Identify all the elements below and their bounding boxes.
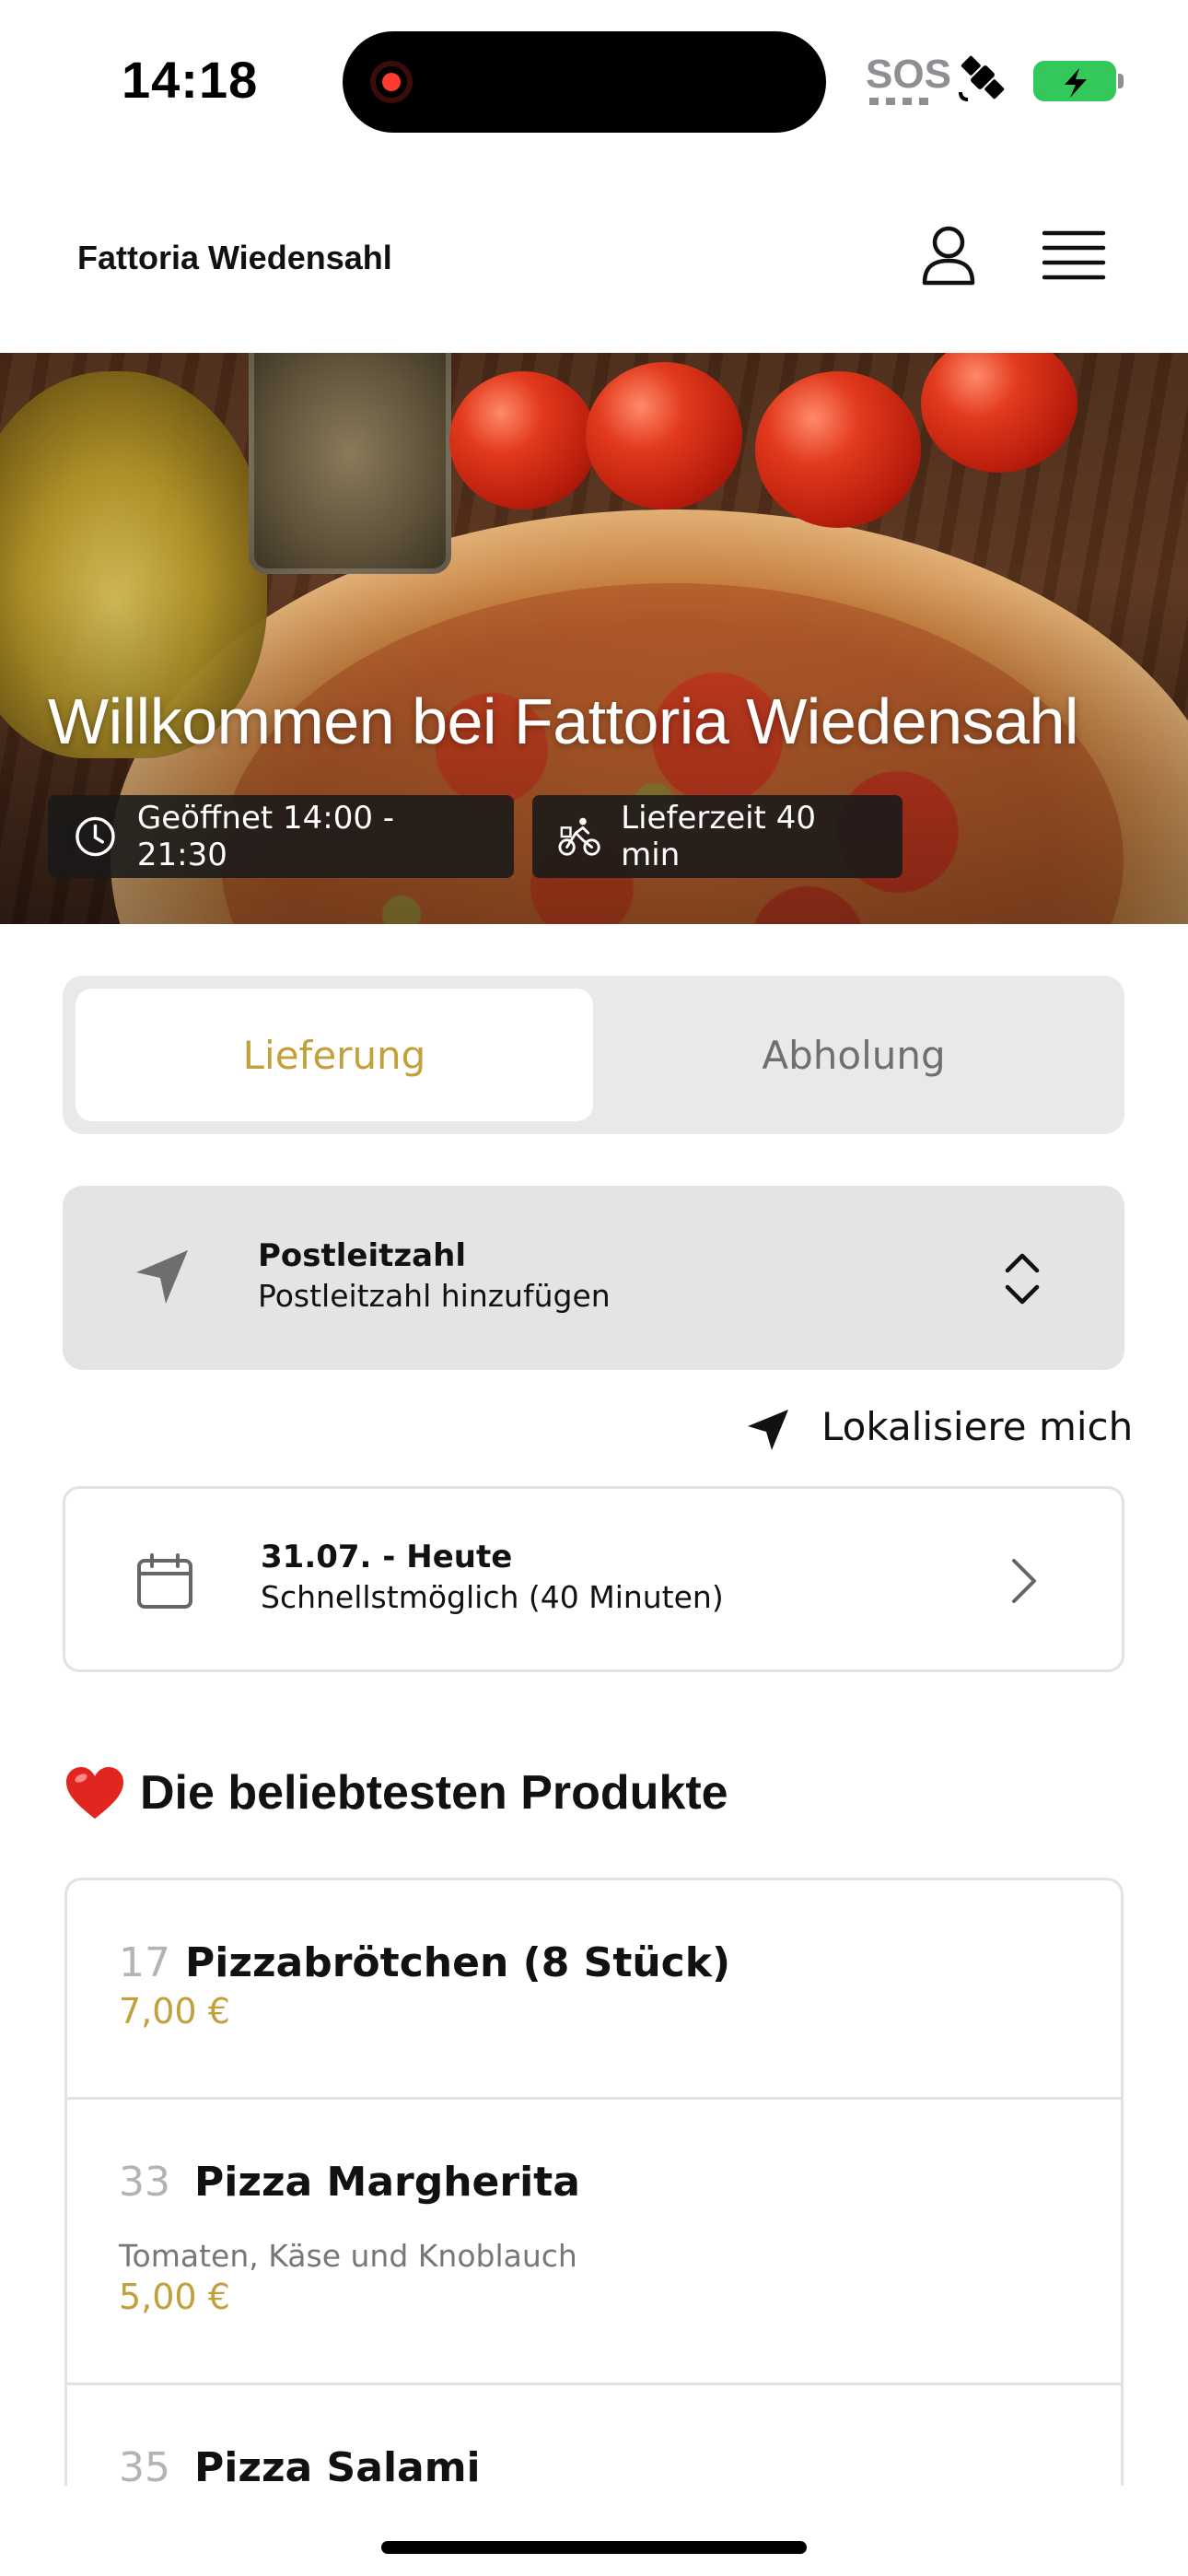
recording-indicator-icon: [370, 61, 413, 103]
battery-tip: [1118, 74, 1124, 88]
product-number: 17: [119, 1939, 170, 1986]
product-number: 33: [119, 2159, 170, 2206]
product-price: 7,00 €: [119, 1991, 230, 2032]
app-header: Fattoria Wiedensahl: [0, 161, 1188, 353]
delivery-time-badge: Lieferzeit 40 min: [532, 795, 903, 878]
product-item[interactable]: 35 Pizza Salami: [67, 2385, 1121, 2486]
clock-icon: [76, 816, 115, 857]
brand-name[interactable]: Fattoria Wiedensahl: [77, 239, 392, 277]
cyclist-icon: [558, 817, 600, 856]
postcode-placeholder: Postleitzahl hinzufügen: [258, 1278, 611, 1314]
locate-me-button[interactable]: Lokalisiere mich: [746, 1397, 1133, 1461]
date-label: 31.07. - Heute: [261, 1539, 513, 1575]
popular-products-title: Die beliebtesten Produkte: [140, 1766, 728, 1820]
chevron-up-down-icon: [1005, 1253, 1040, 1305]
calendar-icon: [137, 1553, 192, 1609]
heart-icon: [66, 1767, 123, 1819]
sos-indicator: SOS: [866, 52, 951, 97]
status-bar: 14:18 SOS: [0, 0, 1188, 161]
battery-charging-icon: [1033, 61, 1116, 101]
product-name: Pizza Margherita: [194, 2159, 580, 2206]
delivery-mode-toggle: Lieferung Abholung: [63, 976, 1124, 1134]
hero-banner: Willkommen bei Fattoria Wiedensahl Geöff…: [0, 353, 1188, 924]
product-description: Tomaten, Käse und Knoblauch: [119, 2238, 577, 2274]
locate-me-label: Lokalisiere mich: [821, 1404, 1134, 1449]
product-number: 35: [119, 2444, 170, 2486]
location-arrow-icon: [136, 1250, 188, 1304]
satellite-icon: [959, 55, 1005, 101]
sos-signal-dots: [869, 98, 928, 105]
product-item[interactable]: 33 Pizza Margherita Tomaten, Käse und Kn…: [67, 2100, 1121, 2385]
delivery-date-selector[interactable]: 31.07. - Heute Schnellstmöglich (40 Minu…: [63, 1486, 1124, 1672]
postcode-selector[interactable]: Postleitzahl Postleitzahl hinzufügen: [63, 1186, 1124, 1370]
status-time: 14:18: [122, 51, 259, 109]
home-indicator: [381, 2541, 807, 2554]
postcode-label: Postleitzahl: [258, 1237, 466, 1274]
product-price: 5,00 €: [119, 2277, 230, 2317]
opening-hours-badge: Geöffnet 14:00 - 21:30: [48, 795, 514, 878]
dynamic-island: [343, 31, 826, 133]
location-arrow-icon: [748, 1410, 788, 1450]
product-item[interactable]: 17 Pizzabrötchen (8 Stück) 7,00 €: [67, 1880, 1121, 2100]
popular-products-heading: Die beliebtesten Produkte: [64, 1765, 728, 1821]
chevron-right-icon: [1012, 1559, 1036, 1603]
mode-delivery-button[interactable]: Lieferung: [76, 989, 593, 1121]
delivery-time-text: Lieferzeit 40 min: [621, 800, 816, 873]
opening-hours-text: Geöffnet 14:00 - 21:30: [136, 800, 395, 873]
date-timing: Schnellstmöglich (40 Minuten): [261, 1579, 724, 1615]
hero-title: Willkommen bei Fattoria Wiedensahl: [48, 685, 1078, 757]
popular-products-list: 17 Pizzabrötchen (8 Stück) 7,00 € 33 Piz…: [64, 1878, 1124, 2486]
product-name: Pizza Salami: [194, 2444, 481, 2486]
account-icon[interactable]: [914, 220, 984, 290]
hamburger-menu-icon[interactable]: [1039, 220, 1109, 290]
mode-pickup-button[interactable]: Abholung: [595, 989, 1112, 1121]
product-name: Pizzabrötchen (8 Stück): [185, 1939, 731, 1986]
